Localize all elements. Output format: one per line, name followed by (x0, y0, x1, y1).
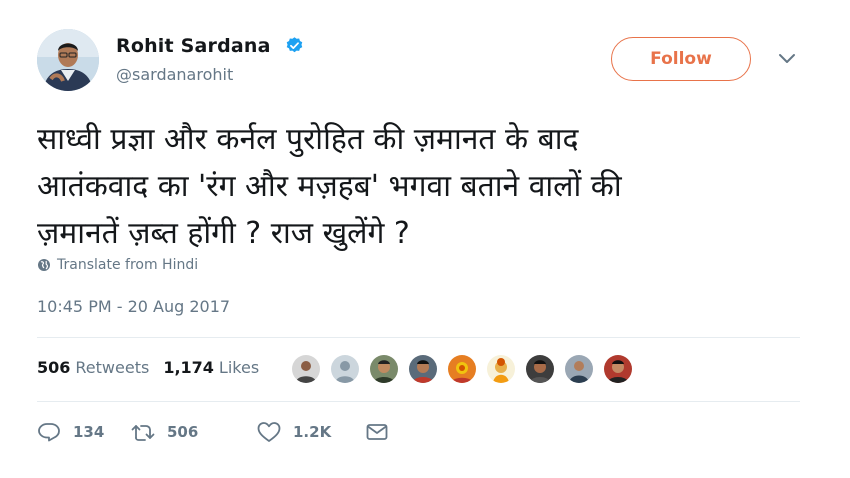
envelope-icon (366, 424, 388, 440)
author-name[interactable]: Rohit Sardana (116, 35, 271, 57)
liker-avatar[interactable] (446, 353, 478, 385)
retweet-action[interactable]: 506 (131, 421, 257, 443)
chevron-down-icon[interactable] (778, 53, 796, 65)
tweet-text-line: साध्वी प्रज्ञा और कर्नल पुरोहित की ज़मान… (37, 122, 579, 157)
globe-icon (38, 259, 50, 271)
like-count: 1.2K (293, 423, 332, 441)
tweet-card: Rohit Sardana @sardanarohit Follow साध्व… (0, 0, 850, 478)
likes-label: Likes (218, 358, 260, 377)
liker-avatar[interactable] (524, 353, 556, 385)
likes-count: 1,174 (163, 358, 214, 377)
retweet-count: 506 (167, 423, 199, 441)
author-handle[interactable]: @sardanarohit (116, 65, 233, 84)
engagement-stats: 506 Retweets 1,174 Likes (37, 358, 273, 377)
liker-avatar[interactable] (563, 353, 595, 385)
liker-avatar[interactable] (485, 353, 517, 385)
liker-avatar[interactable] (329, 353, 361, 385)
liker-avatars (290, 353, 641, 385)
tweet-text-line: ज़मानतें ज़ब्त होंगी ? राज खुलेंगे ? (37, 216, 410, 251)
retweets-label: Retweets (75, 358, 150, 377)
liker-avatar[interactable] (602, 353, 634, 385)
divider (37, 337, 800, 338)
likes-stat[interactable]: 1,174 Likes (163, 358, 259, 377)
action-bar: 134 506 1.2K (37, 421, 401, 443)
retweets-count: 506 (37, 358, 71, 377)
follow-button[interactable]: Follow (611, 37, 751, 81)
like-action[interactable]: 1.2K (257, 421, 365, 443)
verified-badge-icon (286, 37, 303, 53)
liker-avatar[interactable] (407, 353, 439, 385)
reply-icon (38, 423, 60, 442)
translate-label: Translate from Hindi (57, 257, 199, 273)
retweets-stat[interactable]: 506 Retweets (37, 358, 149, 377)
reply-count: 134 (73, 423, 105, 441)
direct-message-action[interactable] (365, 421, 401, 443)
tweet-text-line: आतंकवाद का 'रंग और मज़हब' भगवा बताने वाल… (37, 169, 622, 204)
heart-icon (257, 422, 281, 442)
reply-action[interactable]: 134 (37, 421, 131, 443)
tweet-text: साध्वी प्रज्ञा और कर्नल पुरोहित की ज़मान… (37, 116, 817, 257)
translate-link[interactable]: Translate from Hindi (37, 257, 198, 273)
liker-avatar[interactable] (368, 353, 400, 385)
retweet-icon (131, 425, 155, 441)
author-avatar[interactable] (37, 29, 99, 91)
liker-avatar[interactable] (290, 353, 322, 385)
divider (37, 401, 800, 402)
tweet-timestamp[interactable]: 10:45 PM - 20 Aug 2017 (37, 297, 230, 316)
